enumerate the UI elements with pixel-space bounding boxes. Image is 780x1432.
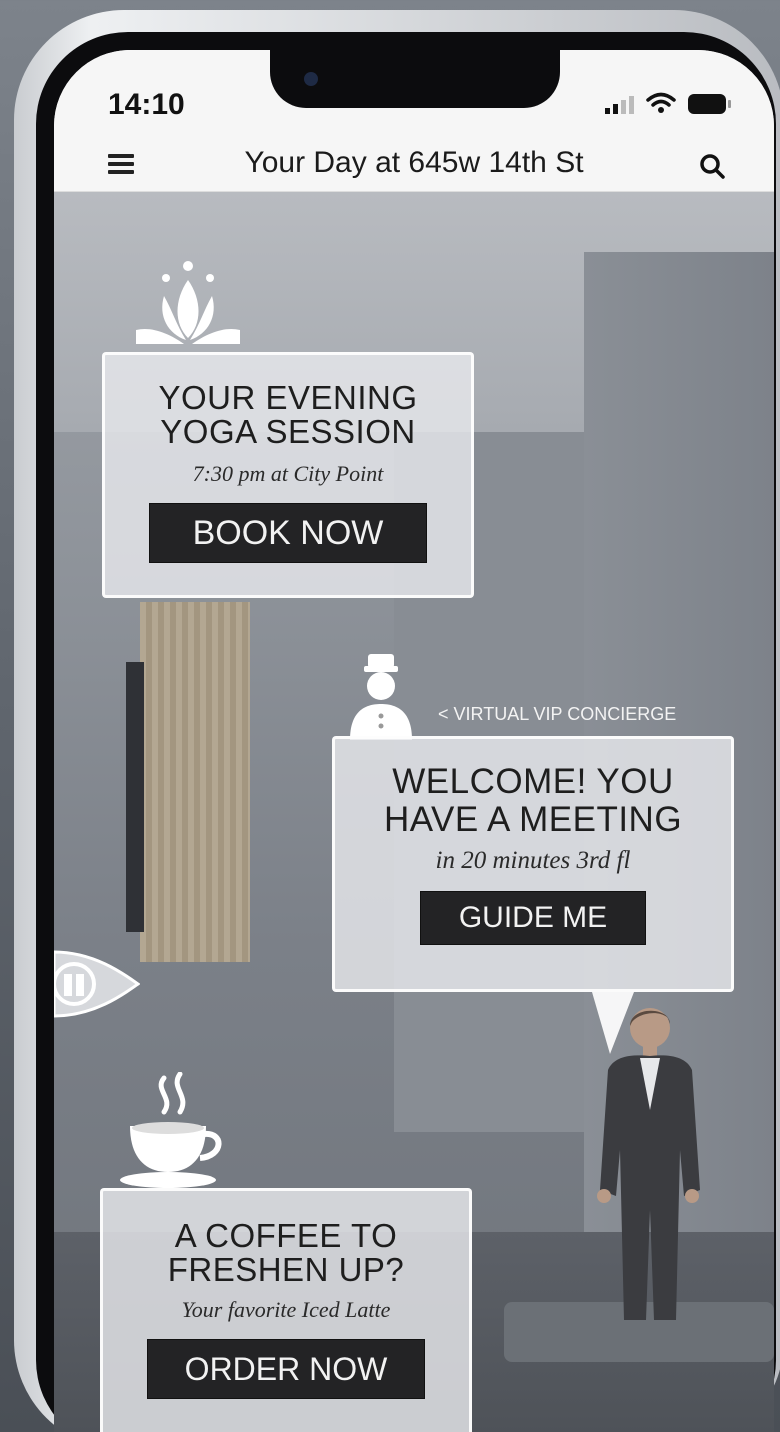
battery-icon <box>688 94 731 114</box>
notch <box>270 50 560 108</box>
eye-door-icon[interactable] <box>54 944 140 1024</box>
search-icon[interactable] <box>698 152 726 180</box>
coffee-subtitle: Your favorite Iced Latte <box>181 1297 391 1322</box>
front-camera <box>304 72 318 86</box>
concierge-label: < VIRTUAL VIP CONCIERGE <box>438 704 677 724</box>
coffee-heading-1: A COFFEE TO <box>174 1217 398 1254</box>
meeting-heading-1: WELCOME! YOU <box>392 762 674 801</box>
bellhop-icon <box>350 654 412 740</box>
yoga-heading-2: YOGA SESSION <box>160 413 416 450</box>
status-icons <box>605 92 731 114</box>
yoga-session-card: YOUR EVENING YOGA SESSION 7:30 pm at Cit… <box>102 352 474 598</box>
lotus-icon <box>136 261 240 344</box>
dark-strip <box>126 662 144 932</box>
wifi-icon <box>646 92 676 113</box>
app-screen: 14:10 Your Day at 645w 14th St YOUR EVEN… <box>54 50 774 1432</box>
top-navbar: Your Day at 645w 14th St <box>54 140 774 192</box>
book-now-button[interactable]: BOOK NOW <box>149 503 427 563</box>
guide-me-button[interactable]: GUIDE ME <box>420 891 646 945</box>
page-title: Your Day at 645w 14th St <box>244 146 584 179</box>
concierge-avatar <box>597 1008 700 1320</box>
order-now-button[interactable]: ORDER NOW <box>147 1339 425 1399</box>
coffee-card: A COFFEE TO FRESHEN UP? Your favorite Ic… <box>100 1188 472 1432</box>
yoga-heading-1: YOUR EVENING <box>158 379 418 416</box>
wood-panel <box>140 602 250 962</box>
yoga-subtitle: 7:30 pm at City Point <box>192 461 384 486</box>
coffee-heading-2: FRESHEN UP? <box>167 1251 405 1288</box>
meeting-heading-2: HAVE A MEETING <box>383 800 683 839</box>
coffee-cup-icon <box>120 1072 222 1188</box>
meeting-card: WELCOME! YOU HAVE A MEETING in 20 minute… <box>332 736 734 992</box>
signal-icon <box>605 94 634 114</box>
meeting-subtitle: in 20 minutes 3rd fl <box>435 847 631 874</box>
status-time: 14:10 <box>108 88 185 121</box>
ar-camera-view: YOUR EVENING YOGA SESSION 7:30 pm at Cit… <box>54 192 774 1432</box>
